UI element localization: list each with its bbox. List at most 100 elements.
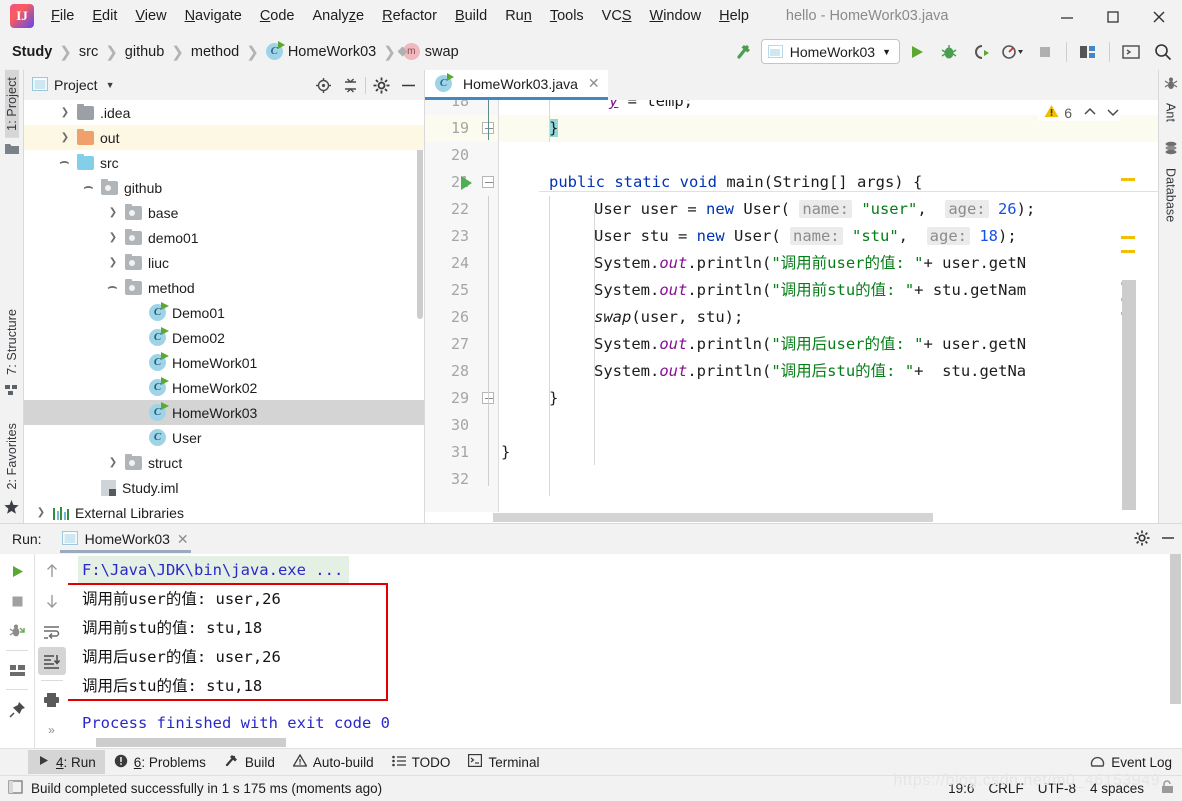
tree-expand-arrow[interactable]: ❫ [84,181,95,195]
tree-item-homework03[interactable]: C HomeWork03 [24,400,424,425]
menu-item-tools[interactable]: Tools [541,5,593,27]
caret-position[interactable]: 19:6 [948,781,974,796]
menu-item-vcs[interactable]: VCS [593,5,641,27]
editor-horizontal-scrollbar[interactable] [425,512,1158,523]
tree-item-demo01[interactable]: C Demo01 [24,300,424,325]
read-only-icon[interactable] [1158,780,1174,797]
project-files-icon[interactable] [4,142,19,157]
tree-expand-arrow[interactable]: ❯ [106,457,120,468]
code-content[interactable]: y = temp;} public static void main(String… [499,100,1158,523]
run-gutter-icon[interactable] [461,176,472,190]
tree-item-demo01[interactable]: ❯ demo01 [24,225,424,250]
code-line-23[interactable]: User stu = new User( name: "stu", age: 1… [499,223,1158,250]
settings-icon[interactable] [369,73,393,97]
sidebar-item-favorites[interactable]: 2: Favorites [5,416,19,497]
menu-item-file[interactable]: File [42,5,83,27]
run-with-coverage-icon[interactable] [966,37,996,67]
stop-icon[interactable] [3,587,31,615]
event-log-button[interactable]: Event Log [1090,754,1172,771]
editor-gutter[interactable]: 18 19 20 21 22 23 24 25 26 27 28 29 30 31 32 [425,100,477,523]
bottom-tab-run[interactable]: 4: Run [28,750,105,774]
tree-item-method[interactable]: ❫ method [24,275,424,300]
menu-item-refactor[interactable]: Refactor [373,5,446,27]
run-configuration-selector[interactable]: HomeWork03 ▼ [760,39,900,64]
console-vertical-scrollbar[interactable] [1169,554,1182,735]
editor-fold-strip[interactable] [477,100,499,523]
console-output[interactable]: F:\Java\JDK\bin\java.exe ... 调用前user的值: u… [68,554,1182,748]
tree-item-demo02[interactable]: C Demo02 [24,325,424,350]
console-horizontal-scrollbar[interactable] [68,736,1182,748]
tree-item-user[interactable]: C User [24,425,424,450]
locate-icon[interactable] [311,73,335,97]
close-icon[interactable] [1136,0,1182,33]
sidebar-item-database[interactable]: Database [1164,161,1178,229]
code-line-26[interactable]: swap(user, stu); [499,304,1158,331]
run-tab-homework03[interactable]: HomeWork03 ✕ [58,530,193,553]
hide-icon[interactable] [396,73,420,97]
sidebar-item-ant[interactable]: Ant [1164,96,1178,129]
code-line-29[interactable]: } [499,385,1158,412]
code-line-22[interactable]: User user = new User( name: "user", age:… [499,196,1158,223]
tree-item-external-libraries[interactable]: ❯ External Libraries [24,500,424,523]
code-line-25[interactable]: System.out.println("调用前stu的值: "+ stu.get… [499,277,1158,304]
minimize-icon[interactable] [1044,0,1090,33]
tree-item-struct[interactable]: ❯ struct [24,450,424,475]
status-toggle-icon[interactable] [8,780,23,797]
code-line-32[interactable] [499,466,1158,493]
scroll-to-end-icon[interactable] [37,647,66,675]
breadcrumb-item-swap[interactable]: m swap [402,43,459,60]
breadcrumb-item-study[interactable]: Study [12,44,52,60]
tree-expand-arrow[interactable]: ❫ [108,281,119,295]
code-line-30[interactable] [499,412,1158,439]
chevron-down-icon[interactable]: ▼ [106,80,115,90]
bottom-tab-terminal[interactable]: Terminal [459,750,548,774]
profiler-icon[interactable] [998,37,1028,67]
code-line-20[interactable] [499,142,1158,169]
code-line-27[interactable]: System.out.println("调用后user的值: "+ user.g… [499,331,1158,358]
tree-item-github[interactable]: ❫ github [24,175,424,200]
code-line-24[interactable]: System.out.println("调用前user的值: "+ user.g… [499,250,1158,277]
tree-item-out[interactable]: ❯ out [24,125,424,150]
tree-item-idea[interactable]: ❯ .idea [24,100,424,125]
ant-icon[interactable] [1164,76,1178,93]
menu-item-analyze[interactable]: Analyze [304,5,374,27]
collapse-all-icon[interactable] [338,73,362,97]
sidebar-item-project[interactable]: 1: Project [4,70,19,138]
more-icon[interactable]: » [38,716,66,744]
terminal-icon[interactable] [1116,37,1146,67]
code-line-31[interactable]: } [499,439,1158,466]
inspection-widget[interactable]: 6 [1038,104,1120,121]
menu-item-build[interactable]: Build [446,5,496,27]
tree-expand-arrow[interactable]: ❯ [106,207,120,218]
menu-item-run[interactable]: Run [496,5,541,27]
breadcrumb-item-github[interactable]: github [125,44,165,60]
database-icon[interactable] [1164,141,1178,158]
run-icon[interactable] [902,37,932,67]
build-hammer-icon[interactable] [729,37,759,67]
project-tree[interactable]: ❯ .idea ❯ out ❫ src ❫ github ❯ base ❯ demo01 ❯ liuc ❫ m… [24,100,424,523]
soft-wrap-icon[interactable] [38,617,66,645]
tree-item-src[interactable]: ❫ src [24,150,424,175]
sidebar-item-structure[interactable]: 7: Structure [5,302,19,382]
down-arrow-icon[interactable] [38,587,66,615]
bottom-tab-auto-build[interactable]: Auto-build [284,750,383,774]
tree-item-base[interactable]: ❯ base [24,200,424,225]
maximize-icon[interactable] [1090,0,1136,33]
file-encoding[interactable]: UTF-8 [1038,781,1076,796]
breadcrumb-item-src[interactable]: src [79,44,98,60]
gear-icon[interactable] [1134,530,1150,549]
tree-expand-arrow[interactable]: ❯ [106,257,120,268]
tree-item-study-iml[interactable]: Study.iml [24,475,424,500]
menu-item-window[interactable]: Window [641,5,711,27]
tree-expand-arrow[interactable]: ❯ [58,107,72,118]
tree-item-homework02[interactable]: C HomeWork02 [24,375,424,400]
tree-expand-arrow[interactable]: ❯ [58,132,72,143]
favorites-star-icon[interactable] [4,500,19,517]
project-structure-icon[interactable] [1073,37,1103,67]
pin-icon[interactable] [3,695,31,723]
menu-item-help[interactable]: Help [710,5,758,27]
tree-expand-arrow[interactable]: ❫ [60,156,71,170]
chevron-down-icon[interactable] [1106,105,1120,121]
indent-setting[interactable]: 4 spaces [1090,781,1144,796]
close-icon[interactable]: ✕ [588,75,600,92]
